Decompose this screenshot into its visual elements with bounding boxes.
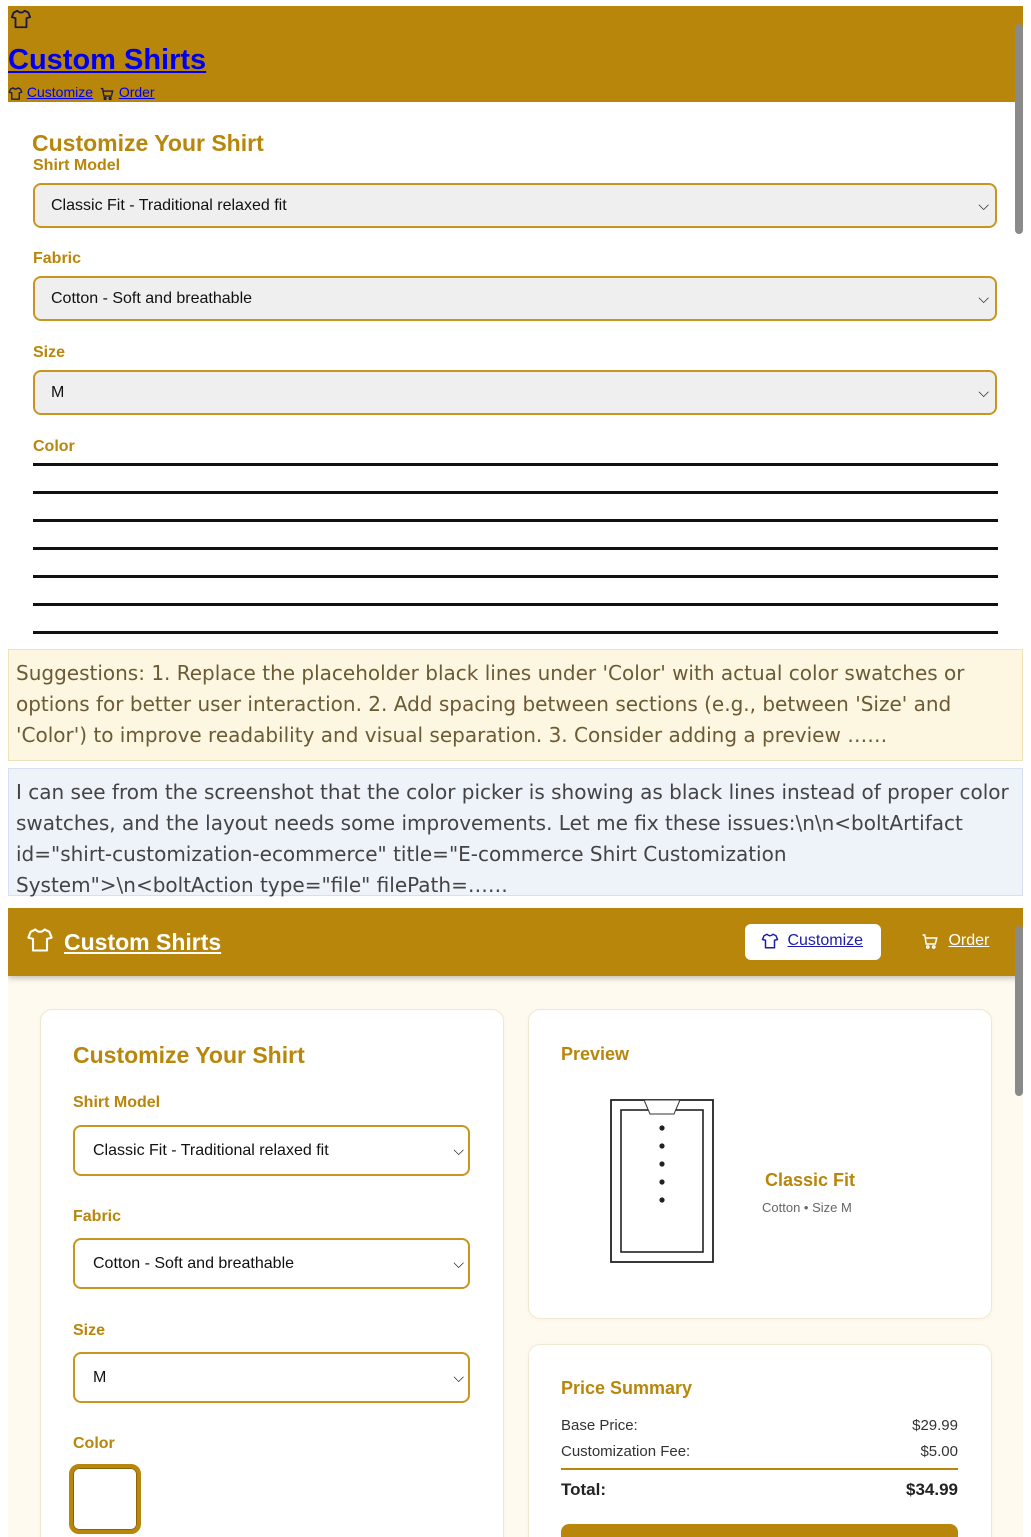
place-order-button[interactable]: [561, 1524, 958, 1537]
shirt-model-value: Classic Fit - Traditional relaxed fit: [93, 1142, 329, 1159]
customization-fee-value: $5.00: [920, 1443, 958, 1460]
size-value: M: [51, 384, 65, 401]
color-label: Color: [73, 1435, 115, 1452]
size-select[interactable]: M ⌵: [73, 1352, 470, 1403]
color-option-line[interactable]: [33, 575, 998, 578]
total-value: $34.99: [906, 1480, 958, 1499]
shirt-model-select[interactable]: Classic Fit - Traditional relaxed fit ⌵: [33, 183, 997, 228]
cart-icon: [920, 932, 944, 949]
color-swatch-white[interactable]: [69, 1464, 141, 1534]
shirt-icon: [761, 932, 783, 949]
chevron-down-icon: ⌵: [453, 1255, 464, 1271]
shirt-preview-icon: [610, 1098, 714, 1269]
assistant-reply-message: I can see from the screenshot that the c…: [8, 768, 1023, 897]
fabric-value: Cotton - Soft and breathable: [93, 1255, 295, 1272]
app-header: Custom Shirts Customize Order: [8, 908, 1023, 976]
brand-link[interactable]: Custom Shirts: [8, 44, 206, 77]
color-option-line[interactable]: [33, 463, 998, 466]
shirt-model-label: Shirt Model: [33, 157, 121, 174]
scrollbar[interactable]: [1015, 926, 1023, 1096]
nav-customize-label: Customize: [787, 932, 864, 950]
page-title: Customize Your Shirt: [32, 130, 264, 156]
chevron-down-icon: ⌵: [978, 197, 989, 213]
nav-order-link[interactable]: Order: [920, 932, 989, 950]
price-summary-panel: [528, 1344, 992, 1537]
customization-fee-row: Customization Fee: $5.00: [561, 1443, 958, 1460]
preview-heading: Preview: [561, 1044, 630, 1064]
shirt-icon: [8, 84, 27, 100]
suggestion-message: Suggestions: 1. Replace the placeholder …: [8, 649, 1023, 761]
price-summary-heading: Price Summary: [561, 1378, 693, 1398]
page-title: Customize Your Shirt: [73, 1042, 305, 1068]
preview-model-name: Classic Fit: [765, 1170, 856, 1190]
color-option-line[interactable]: [33, 491, 998, 494]
total-row: Total: $34.99: [561, 1480, 958, 1500]
nav-order-link[interactable]: Order: [119, 84, 155, 100]
size-label: Size: [73, 1322, 106, 1339]
fixed-screenshot: Custom Shirts Customize Order Customize …: [8, 908, 1023, 1537]
fabric-select[interactable]: Cotton - Soft and breathable ⌵: [33, 276, 997, 321]
initial-screenshot: Custom Shirts Customize Order Customize …: [8, 6, 1023, 638]
size-label: Size: [33, 344, 66, 361]
fabric-label: Fabric: [33, 250, 82, 267]
color-option-line[interactable]: [33, 603, 998, 606]
base-price-row: Base Price: $29.99: [561, 1417, 958, 1434]
color-option-line[interactable]: [33, 547, 998, 550]
shirt-icon: [26, 926, 54, 954]
nav-order-label: Order: [948, 932, 990, 950]
shirt-model-label: Shirt Model: [73, 1094, 161, 1111]
scrollbar[interactable]: [1015, 24, 1023, 234]
price-divider: [561, 1468, 958, 1470]
cart-icon: [95, 84, 119, 100]
shirt-model-select[interactable]: Classic Fit - Traditional relaxed fit ⌵: [73, 1125, 470, 1176]
chevron-down-icon: ⌵: [453, 1369, 464, 1385]
customization-fee-label: Customization Fee:: [561, 1443, 691, 1460]
preview-model-details: Cotton • Size M: [762, 1200, 852, 1215]
shirt-icon: [10, 8, 32, 30]
top-header: Custom Shirts Customize Order: [8, 6, 1023, 102]
top-nav: Customize Order: [8, 84, 155, 101]
nav-customize-button[interactable]: Customize: [745, 924, 881, 960]
base-price-label: Base Price:: [561, 1417, 638, 1434]
color-option-line[interactable]: [33, 519, 998, 522]
size-select[interactable]: M ⌵: [33, 370, 997, 415]
fabric-select[interactable]: Cotton - Soft and breathable ⌵: [73, 1238, 470, 1289]
nav-customize-link[interactable]: Customize: [27, 84, 93, 100]
chevron-down-icon: ⌵: [978, 290, 989, 306]
shirt-model-value: Classic Fit - Traditional relaxed fit: [51, 197, 287, 214]
color-option-line[interactable]: [33, 631, 998, 634]
chevron-down-icon: ⌵: [978, 384, 989, 400]
fabric-value: Cotton - Soft and breathable: [51, 290, 253, 307]
fabric-label: Fabric: [73, 1208, 122, 1225]
base-price-value: $29.99: [912, 1417, 958, 1434]
brand-link[interactable]: Custom Shirts: [64, 929, 221, 956]
color-label: Color: [33, 438, 75, 455]
size-value: M: [93, 1369, 107, 1386]
total-label: Total:: [561, 1480, 607, 1499]
chevron-down-icon: ⌵: [453, 1142, 464, 1158]
